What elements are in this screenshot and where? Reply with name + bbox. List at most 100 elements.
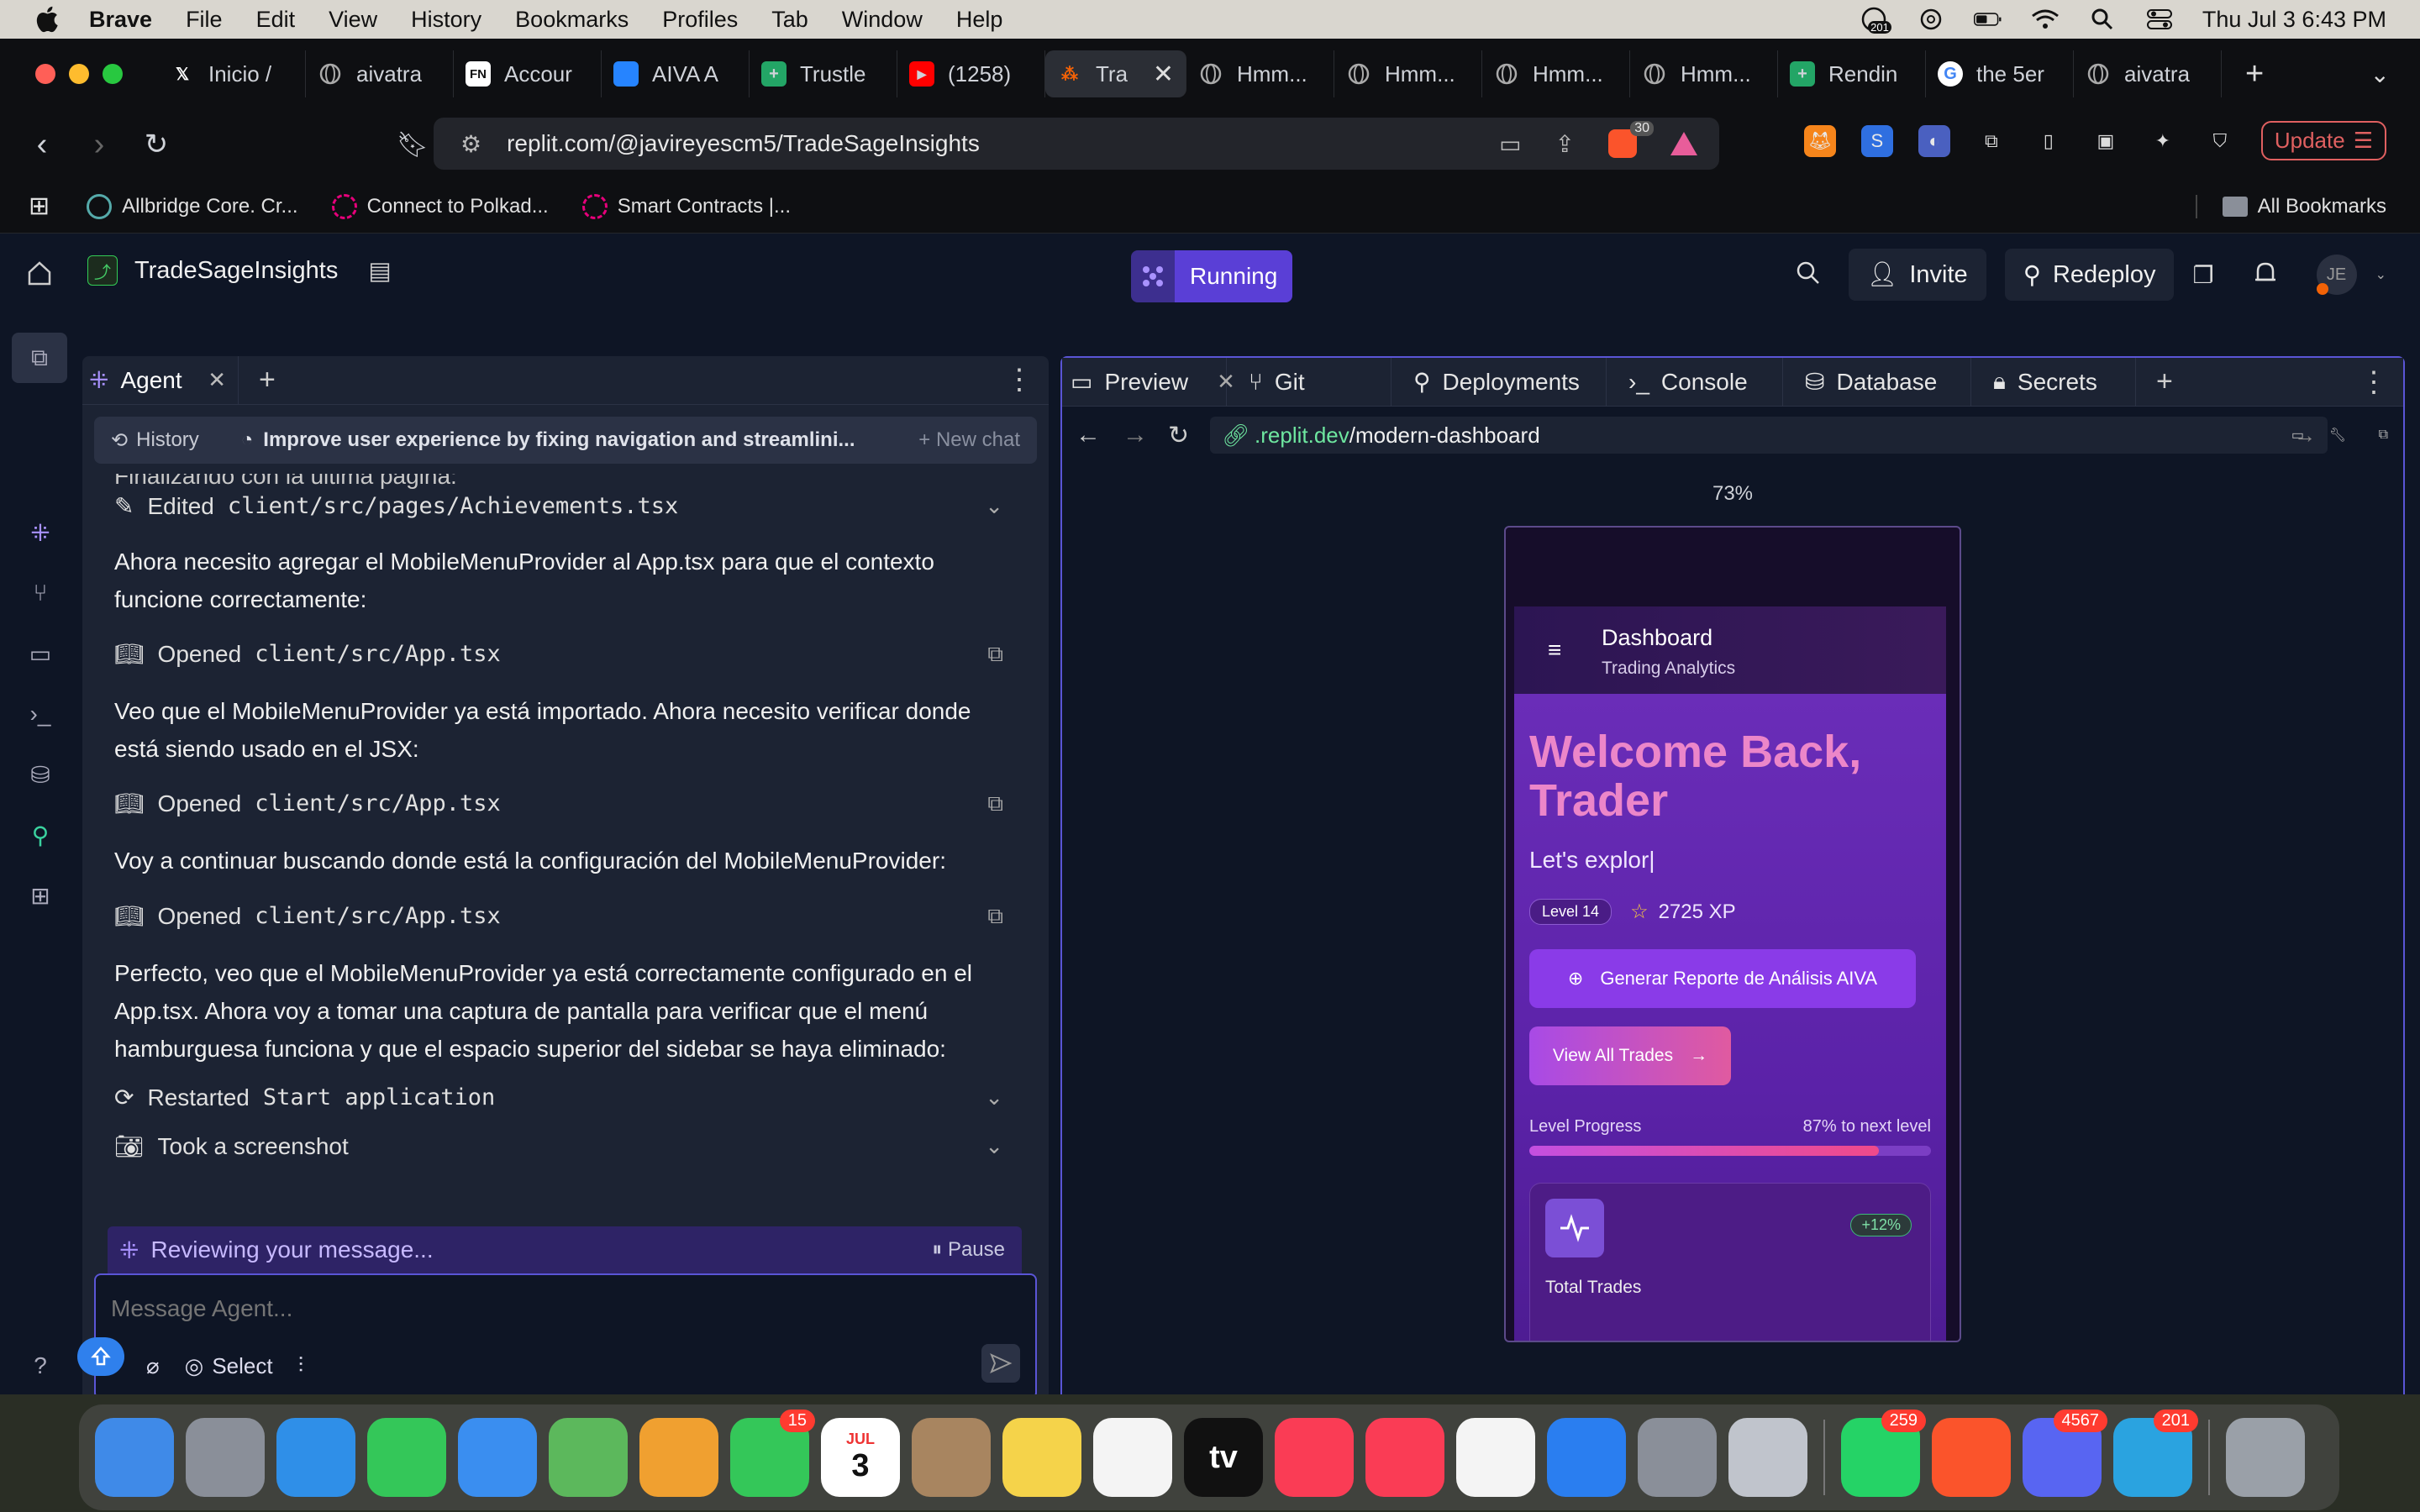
browser-tab[interactable]: Gthe 5er: [1926, 50, 2074, 97]
openai-icon[interactable]: [1917, 7, 1945, 32]
browser-tab[interactable]: aivatra: [306, 50, 454, 97]
tab-console[interactable]: ›_ Console: [1607, 357, 1783, 407]
notification-count-icon[interactable]: 201: [1860, 7, 1891, 34]
devtools-wrench-icon[interactable]: 🔧︎: [2329, 427, 2346, 444]
bookmark-item[interactable]: Connect to Polkad...: [331, 193, 549, 219]
browser-tab[interactable]: + Trustle: [750, 50, 897, 97]
menu-help[interactable]: Help: [956, 7, 1003, 33]
dock-app-music[interactable]: [1269, 1416, 1360, 1499]
opened-file-action[interactable]: 📖︎ Opened client/src/App.tsx ⧉: [114, 640, 1022, 668]
deployments-icon[interactable]: ⚲: [25, 820, 55, 850]
back-icon[interactable]: ←: [1076, 421, 1101, 449]
bell-icon[interactable]: [2253, 260, 2278, 291]
project-title[interactable]: ⤴ TradeSageInsights ▤: [87, 255, 392, 286]
dock-app-tv[interactable]: tv: [1178, 1416, 1269, 1499]
search-icon[interactable]: [1795, 260, 1822, 291]
run-status-button[interactable]: Running: [1131, 250, 1293, 302]
wallet-icon[interactable]: ▣: [2090, 125, 2122, 157]
update-button[interactable]: Update ☰: [2260, 121, 2386, 160]
share-icon[interactable]: ⇪: [1555, 130, 1575, 158]
screenshot-action[interactable]: 📷︎ Took a screenshot ⌄: [114, 1132, 1022, 1160]
close-tab-icon[interactable]: ✕: [1153, 60, 1174, 89]
apps-grid-icon[interactable]: ⊞: [29, 192, 50, 221]
cast-icon[interactable]: ▭: [1499, 130, 1521, 158]
menu-history[interactable]: History: [411, 7, 481, 33]
menu-file[interactable]: File: [186, 7, 223, 33]
pause-button[interactable]: ⏸︎ Pause: [932, 1238, 1005, 1262]
browser-tab[interactable]: ▶ (1258): [897, 50, 1045, 97]
console-icon[interactable]: ›_: [25, 699, 55, 729]
reload-icon[interactable]: ↻: [1168, 421, 1189, 450]
deploy-menu-icon[interactable]: ❐: [2192, 261, 2213, 289]
dock-app-photos[interactable]: [634, 1416, 724, 1499]
browser-tab[interactable]: Hmm...: [1334, 50, 1482, 97]
history-button[interactable]: ⟲ History: [111, 428, 199, 453]
bookmark-item[interactable]: Allbridge Core. Cr...: [87, 193, 298, 219]
add-tab-icon[interactable]: +: [2156, 365, 2173, 398]
browser-tab[interactable]: FN Accour: [454, 50, 602, 97]
brave-shields-icon[interactable]: 30: [1608, 121, 1654, 158]
help-icon[interactable]: ?: [25, 1351, 55, 1381]
menu-view[interactable]: View: [329, 7, 377, 33]
upload-badge-icon[interactable]: [77, 1337, 124, 1376]
bookmark-item[interactable]: Smart Contracts |...: [581, 193, 791, 219]
open-new-window-icon[interactable]: ⧉: [2379, 428, 2388, 443]
minimize-window-button[interactable]: [69, 64, 89, 84]
site-settings-icon[interactable]: ⚙︎: [460, 130, 481, 158]
dock-app-whatsapp[interactable]: 259: [1835, 1410, 1926, 1499]
forward-icon[interactable]: →: [1123, 421, 1148, 449]
close-window-button[interactable]: [35, 64, 55, 84]
menu-window[interactable]: Window: [842, 7, 923, 33]
invite-button[interactable]: 👤︎ Invite: [1848, 249, 1986, 301]
sidebar-toggle-icon[interactable]: ▯: [2033, 125, 2065, 157]
browser-tab[interactable]: Hmm...: [1630, 50, 1778, 97]
battery-icon[interactable]: [1973, 7, 2002, 32]
menu-profiles[interactable]: Profiles: [662, 7, 738, 33]
tab-list-chevron-icon[interactable]: ⌄: [2370, 60, 2390, 88]
dock-app-brave[interactable]: [1926, 1416, 2017, 1499]
tab-deployments[interactable]: ⚲ Deployments: [1392, 357, 1607, 407]
more-options-icon[interactable]: ⋮: [2360, 365, 2388, 399]
send-button[interactable]: [981, 1344, 1020, 1383]
browser-tab[interactable]: + Rendin: [1778, 50, 1926, 97]
tab-database[interactable]: ⛁ Database: [1783, 357, 1971, 407]
opened-file-action[interactable]: 📖︎ Opened client/src/App.tsx ⧉: [114, 790, 1022, 817]
chevron-down-icon[interactable]: ⌄: [2375, 266, 2386, 283]
metamask-extension-icon[interactable]: 🦊︎: [1803, 124, 1836, 157]
control-center-icon[interactable]: [2145, 7, 2174, 32]
tab-git[interactable]: ⑂ Git: [1227, 357, 1392, 407]
chevron-down-icon[interactable]: ⌄: [985, 493, 1003, 519]
menu-bookmarks[interactable]: Bookmarks: [515, 7, 629, 33]
brave-rewards-icon[interactable]: [1670, 132, 1697, 155]
chevron-down-icon[interactable]: ⌄: [985, 1133, 1003, 1159]
generate-report-button[interactable]: ⊕ Generar Reporte de Análisis AIVA: [1529, 949, 1916, 1008]
all-tools-icon[interactable]: ⊞: [25, 880, 55, 911]
new-tab-icon[interactable]: ⧉: [12, 333, 67, 383]
clock[interactable]: Thu Jul 3 6:43 PM: [2202, 7, 2386, 33]
preview-url-field[interactable]: 🔗︎ .replit.dev /modern-dashboard →: [1210, 417, 2328, 454]
extension-icon-blue[interactable]: S: [1860, 124, 1893, 157]
dock-app-launchpad[interactable]: [180, 1416, 271, 1499]
browser-tab[interactable]: aivatra: [2074, 50, 2222, 97]
dock-app-system-settings[interactable]: [1632, 1416, 1723, 1499]
dock-app-contacts[interactable]: [906, 1416, 997, 1499]
apple-icon[interactable]: [34, 4, 64, 34]
dock-app-trash[interactable]: [2220, 1416, 2311, 1499]
more-options-icon[interactable]: ⋮: [1005, 363, 1034, 396]
select-button[interactable]: ◎ Select: [185, 1353, 273, 1379]
close-icon[interactable]: ✕: [208, 367, 226, 393]
edited-file-action[interactable]: ✎ Edited client/src/pages/Achievements.t…: [114, 492, 1022, 520]
extension-icon-globe[interactable]: ◐: [1918, 124, 1950, 157]
browser-tab[interactable]: 𝕏 Inicio /: [158, 50, 306, 97]
redeploy-button[interactable]: ⚲ Redeploy: [2004, 249, 2175, 301]
tab-agent[interactable]: ⁜ Agent ✕: [82, 355, 239, 405]
dock-app-messages[interactable]: [361, 1416, 452, 1499]
message-input[interactable]: [111, 1292, 951, 1326]
extensions-puzzle-icon[interactable]: ⧉: [1975, 125, 2007, 157]
tab-preview[interactable]: ▭ Preview ✕: [1062, 357, 1235, 407]
thread-title[interactable]: ◔ Improve user experience by fixing navig…: [241, 428, 863, 452]
leo-ai-icon[interactable]: ✦: [2147, 125, 2179, 157]
git-icon[interactable]: ⑂: [25, 578, 55, 608]
avatar[interactable]: JE: [2316, 255, 2357, 295]
browser-tab[interactable]: AIVA A: [602, 50, 750, 97]
